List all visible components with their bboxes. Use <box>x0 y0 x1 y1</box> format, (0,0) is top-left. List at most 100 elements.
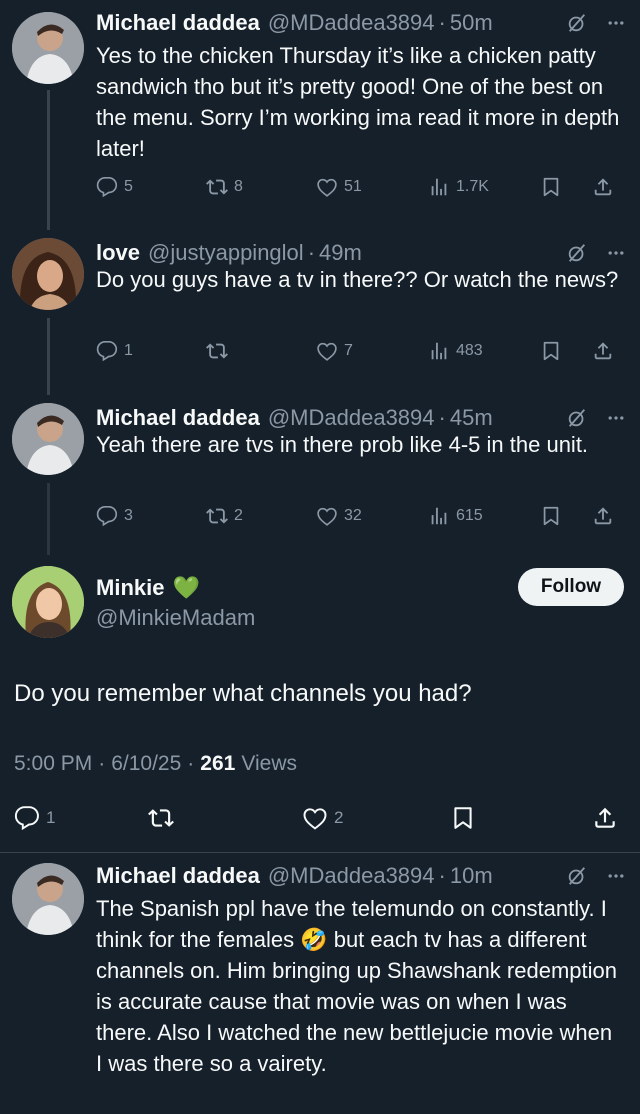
separator: · <box>438 863 446 888</box>
bookmark-button[interactable] <box>450 805 592 831</box>
like-icon <box>302 805 328 831</box>
author-name[interactable]: love <box>96 240 140 266</box>
reply-tweet[interactable]: Michael daddea @MDaddea3894 · 10m The Sp… <box>0 855 640 1114</box>
separator: · <box>438 10 446 35</box>
share-icon <box>592 805 618 831</box>
separator: · <box>187 752 195 775</box>
reply-button[interactable]: 1 <box>14 805 148 831</box>
retweet-button[interactable]: 2 <box>206 505 316 527</box>
tweet-header: Michael daddea @MDaddea3894 · 10m <box>96 861 626 891</box>
like-icon <box>316 340 338 362</box>
focused-avatar[interactable] <box>12 566 84 638</box>
reply-icon <box>96 340 118 362</box>
reply-count: 5 <box>124 178 133 195</box>
reply-button[interactable]: 3 <box>96 505 206 527</box>
green-heart-emoji: 💚 <box>172 575 200 600</box>
share-button[interactable] <box>592 505 614 527</box>
follow-button[interactable]: Follow <box>518 568 624 606</box>
tweet-3[interactable]: Michael daddea @MDaddea3894 · 45m Yeah t… <box>0 395 640 555</box>
like-button[interactable]: 32 <box>316 505 428 527</box>
author-name[interactable]: Michael daddea <box>96 405 260 431</box>
divider <box>0 852 640 853</box>
bookmark-button[interactable] <box>540 176 592 198</box>
reply-count: 1 <box>124 342 133 359</box>
focused-handle[interactable]: @MinkieMadam <box>96 605 255 631</box>
retweet-icon <box>206 176 228 198</box>
timestamp[interactable]: 50m <box>450 10 493 36</box>
bookmark-button[interactable] <box>540 505 592 527</box>
share-button[interactable] <box>592 340 614 362</box>
timestamp[interactable]: 49m <box>319 240 362 266</box>
tweet-1[interactable]: Michael daddea @MDaddea3894 · 50m Yes to… <box>0 0 640 230</box>
tweet-text: Yeah there are tvs in there prob like 4-… <box>96 432 589 457</box>
focused-author-name: Minkie <box>96 575 165 600</box>
tweet-text: The Spanish ppl have the telemundo on co… <box>96 896 617 1076</box>
tweet-header: Michael daddea @MDaddea3894 · 50m <box>96 8 626 38</box>
avatar[interactable] <box>12 12 84 84</box>
focused-author[interactable]: Minkie 💚 <box>96 575 200 601</box>
views-total: 261 <box>200 752 236 775</box>
views-button[interactable]: 1.7K <box>428 176 540 198</box>
bookmark-icon <box>540 505 562 527</box>
like-button[interactable]: 51 <box>316 176 428 198</box>
author-handle[interactable]: @MDaddea3894 <box>268 10 435 36</box>
share-button[interactable] <box>592 805 618 831</box>
views-count: 483 <box>456 342 483 359</box>
author-name[interactable]: Michael daddea <box>96 863 260 889</box>
bookmark-button[interactable] <box>540 340 592 362</box>
like-icon <box>316 505 338 527</box>
post-time[interactable]: 5:00 PM <box>14 752 92 776</box>
views-icon <box>428 176 450 198</box>
like-count: 7 <box>344 342 353 359</box>
reply-count: 1 <box>46 808 56 827</box>
separator: · <box>307 240 316 265</box>
more-icon[interactable] <box>606 243 626 263</box>
author-handle[interactable]: @MDaddea3894 <box>268 405 435 431</box>
grok-icon[interactable] <box>566 407 588 429</box>
retweet-count: 8 <box>234 178 243 195</box>
reply-button[interactable]: 1 <box>96 340 206 362</box>
retweet-count: 2 <box>234 507 243 524</box>
avatar[interactable] <box>12 238 84 310</box>
views-count: 1.7K <box>456 178 489 195</box>
thread-line <box>47 90 50 230</box>
bookmark-icon <box>540 176 562 198</box>
author-handle[interactable]: @justyappinglol <box>148 240 304 266</box>
tweet-2[interactable]: love @justyappinglol · 49m Do you guys h… <box>0 230 640 395</box>
views-button[interactable]: 615 <box>428 505 540 527</box>
separator: · <box>438 405 446 430</box>
grok-icon[interactable] <box>566 12 588 34</box>
grok-icon[interactable] <box>566 242 588 264</box>
retweet-icon <box>148 805 174 831</box>
avatar[interactable] <box>12 863 84 935</box>
share-icon <box>592 505 614 527</box>
views-button[interactable]: 483 <box>428 340 540 362</box>
action-bar: 1 7 483 <box>96 336 626 366</box>
more-icon[interactable] <box>606 866 626 886</box>
retweet-button[interactable]: 8 <box>206 176 316 198</box>
timestamp[interactable]: 10m <box>450 863 493 889</box>
retweet-button[interactable] <box>148 805 302 831</box>
retweet-icon <box>206 505 228 527</box>
like-count: 51 <box>344 178 362 195</box>
more-icon[interactable] <box>606 408 626 428</box>
tweet-text: Yes to the chicken Thursday it’s like a … <box>96 43 620 161</box>
post-date[interactable]: 6/10/25 <box>111 752 181 776</box>
author-name[interactable]: Michael daddea <box>96 10 260 36</box>
bookmark-icon <box>450 805 476 831</box>
share-button[interactable] <box>592 176 614 198</box>
tweet-text: Do you guys have a tv in there?? Or watc… <box>96 267 619 292</box>
more-icon[interactable] <box>606 13 626 33</box>
reply-button[interactable]: 5 <box>96 176 206 198</box>
like-button[interactable]: 2 <box>302 805 450 831</box>
retweet-button[interactable] <box>206 340 316 362</box>
timestamp[interactable]: 45m <box>450 405 493 431</box>
avatar[interactable] <box>12 403 84 475</box>
author-handle[interactable]: @MDaddea3894 <box>268 863 435 889</box>
grok-icon[interactable] <box>566 865 588 887</box>
views-count: 615 <box>456 507 483 524</box>
share-icon <box>592 176 614 198</box>
like-button[interactable]: 7 <box>316 340 428 362</box>
reply-icon <box>14 805 40 831</box>
reply-count: 3 <box>124 507 133 524</box>
